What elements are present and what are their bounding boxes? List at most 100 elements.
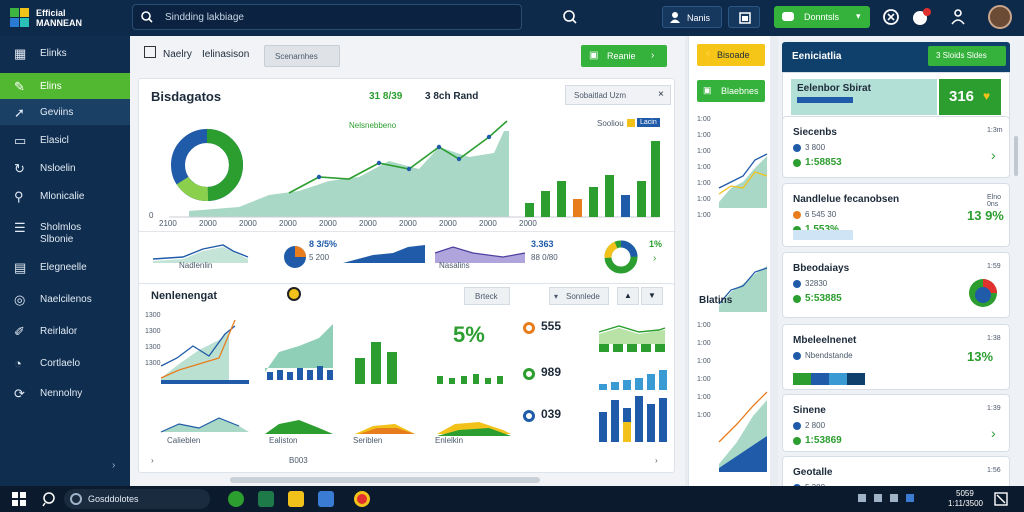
sidebar-item-11[interactable]: ⟳ Nennolny <box>0 380 130 406</box>
y-tick: 1:00 <box>697 376 711 383</box>
card-line-2: 5:53885 <box>805 293 842 304</box>
windows-icon[interactable] <box>12 492 26 506</box>
horizontal-scrollbar[interactable] <box>230 477 540 483</box>
sidebar-item-0[interactable]: ▦ Elinks <box>0 40 130 66</box>
management-label-4: Enlelkin <box>435 436 464 445</box>
chrome-icon[interactable] <box>354 491 370 507</box>
sidebar-item-5[interactable]: ⚲ Mlonicalie <box>0 183 130 209</box>
avatar[interactable] <box>988 5 1012 29</box>
notification-icon[interactable] <box>994 492 1008 506</box>
card-line-1: Nbendstande <box>805 351 853 360</box>
yellow-button[interactable]: ⚡ Bisoade <box>697 44 765 66</box>
sidebar-item-6[interactable]: ☰ Sholmlos Slbonie <box>0 214 130 250</box>
tab-3[interactable]: Scenarnhes <box>264 45 340 67</box>
chevron-right-icon[interactable]: › <box>653 253 656 264</box>
card-tag: Elno 0ns <box>987 194 1002 208</box>
taskbar-search-label: Gosddolotes <box>88 494 139 504</box>
app-logo[interactable]: Efficial MANNEAN <box>10 6 130 30</box>
main-panel: Naelry Ielinasison Scenarnhes ▣ Reanie ›… <box>130 36 685 486</box>
sidebar-item-10[interactable]: ◔ Cortlaelo <box>0 350 130 376</box>
arrow-down-icon[interactable]: ▼ <box>641 287 663 305</box>
primary-action-button[interactable]: Donntsls ▾ <box>774 6 870 28</box>
progress-chip <box>793 230 853 240</box>
sort-button-label: Sonnlede <box>566 292 600 301</box>
sidebar-item-label: Elegneelle <box>40 262 87 273</box>
edge-icon[interactable] <box>228 491 244 507</box>
sidebar-item-4[interactable]: ↻ Nsloelin <box>0 155 130 181</box>
tab-1[interactable]: Naelry <box>163 49 192 60</box>
right-header-button[interactable]: 3 Sloids Sldes <box>928 46 1006 66</box>
tab-2[interactable]: Ielinasison <box>202 49 249 60</box>
search-button[interactable] <box>558 6 582 28</box>
action-label: Donntsls <box>804 12 840 22</box>
sidebar-item-1[interactable]: ✎ Elins <box>0 73 130 99</box>
trophy-icon: ♥ <box>983 89 991 103</box>
collapse-icon[interactable]: › <box>112 460 115 471</box>
window-button[interactable] <box>728 6 760 28</box>
bullet-icon <box>793 437 801 445</box>
management-title: Nenlenengat <box>151 290 218 302</box>
folder-icon: ▭ <box>14 133 27 148</box>
x-tick: 2000 <box>199 219 217 228</box>
sort-button[interactable]: ▾ Sonnlede <box>549 287 609 305</box>
python-icon[interactable] <box>318 491 334 507</box>
vertical-scrollbar[interactable] <box>1014 136 1018 176</box>
folder-icon[interactable] <box>288 491 304 507</box>
taskbar-search[interactable]: Gosddolotes <box>64 489 210 509</box>
chart-icon: ◔ <box>14 356 22 371</box>
right-header-title: Eeniciatlia <box>792 51 842 62</box>
management-big-pct: 5% <box>453 322 485 347</box>
summary-card[interactable]: Bbeodaiays 1:59 32830 5:53885 <box>782 252 1010 318</box>
clock-time[interactable]: 5059 <box>956 489 974 498</box>
y-tick: 1:00 <box>697 394 711 401</box>
green-button[interactable]: ▣ Blaebnes <box>697 80 765 102</box>
green-action-button[interactable]: ▣ Reanie › <box>581 45 667 67</box>
settings-icon[interactable] <box>948 7 968 27</box>
date-filter[interactable]: Sobaitlad Uzm × <box>565 85 671 105</box>
management-label-3: Seriblen <box>353 436 383 445</box>
help-icon[interactable] <box>882 8 900 26</box>
filter-button[interactable]: Brteck <box>464 287 510 305</box>
grid-icon: ▦ <box>14 46 27 61</box>
card-title: Geotalle <box>793 467 833 478</box>
sidebar-item-3[interactable]: ▭ Elasicl <box>0 127 130 153</box>
overview-card: Bisdagatos 31 8/39 3 8ch Rand Sobaitlad … <box>138 78 676 314</box>
summary-card[interactable]: Mbeleelnenet 1:38 Nbendstande 13% <box>782 324 1010 390</box>
chevron-right-icon[interactable]: › <box>151 456 154 465</box>
tab-3-label: Scenarnhes <box>275 52 318 61</box>
sidebar-item-label: Geviins <box>40 107 74 118</box>
sidebar-item-label: Sholmlos <box>40 222 82 233</box>
sidebar-item-label: Elins <box>40 81 62 92</box>
chevron-right-icon[interactable]: › <box>655 456 658 465</box>
clock-date[interactable]: 1:11/3500 <box>948 499 983 508</box>
store-icon[interactable] <box>258 491 274 507</box>
card-title: Bbeodaiays <box>793 263 850 274</box>
search-icon[interactable] <box>42 491 58 507</box>
x-tick: 2000 <box>439 219 457 228</box>
kpi-2-sub: 88 0/80 <box>531 253 558 262</box>
kpi-a-icon <box>523 322 535 334</box>
mid-y-ticks: 1:00 1:00 1:00 1:00 1:00 1:00 1:00 <box>697 116 719 266</box>
chevron-right-icon[interactable]: › <box>991 425 996 441</box>
chat-icon <box>782 12 794 21</box>
summary-card[interactable]: Sinene 1:39 2 800 1:53869 › <box>782 394 1010 452</box>
y-tick: 1:00 <box>697 132 711 139</box>
arrow-icon: ➚ <box>14 105 25 120</box>
sidebar-item-7[interactable]: ▤ Elegneelle <box>0 254 130 280</box>
account-button[interactable]: Nanis <box>662 6 722 28</box>
sidebar-item-8[interactable]: ◎ Naelcilenos <box>0 286 130 312</box>
secondary-panel: ⚡ Bisoade ▣ Blaebnes 1:00 1:00 1:00 1:00 1:0… <box>688 36 770 486</box>
tray-icons[interactable] <box>858 494 920 504</box>
date-filter-label: Sobaitlad Uzm <box>574 91 627 100</box>
arrow-up-icon[interactable]: ▲ <box>617 287 639 305</box>
summary-card[interactable]: Nandlelue fecanobsenElno 0ns6 545 301 55… <box>782 183 1010 247</box>
search-box[interactable]: Sindding lakbiage <box>132 4 522 30</box>
bullet-icon <box>793 295 801 303</box>
sidebar-item-label: Cortlaelo <box>40 358 81 369</box>
kpi-2-value: 3.363 <box>531 239 554 249</box>
chevron-right-icon[interactable]: › <box>991 147 996 163</box>
notification-icon[interactable] <box>910 6 934 28</box>
sidebar-item-9[interactable]: ✐ Reirlalor <box>0 318 130 344</box>
sidebar-item-2[interactable]: ➚ Geviins <box>0 99 130 125</box>
summary-card[interactable]: Siecenbs 1:3m 3 800 1:58853 › <box>782 116 1010 178</box>
